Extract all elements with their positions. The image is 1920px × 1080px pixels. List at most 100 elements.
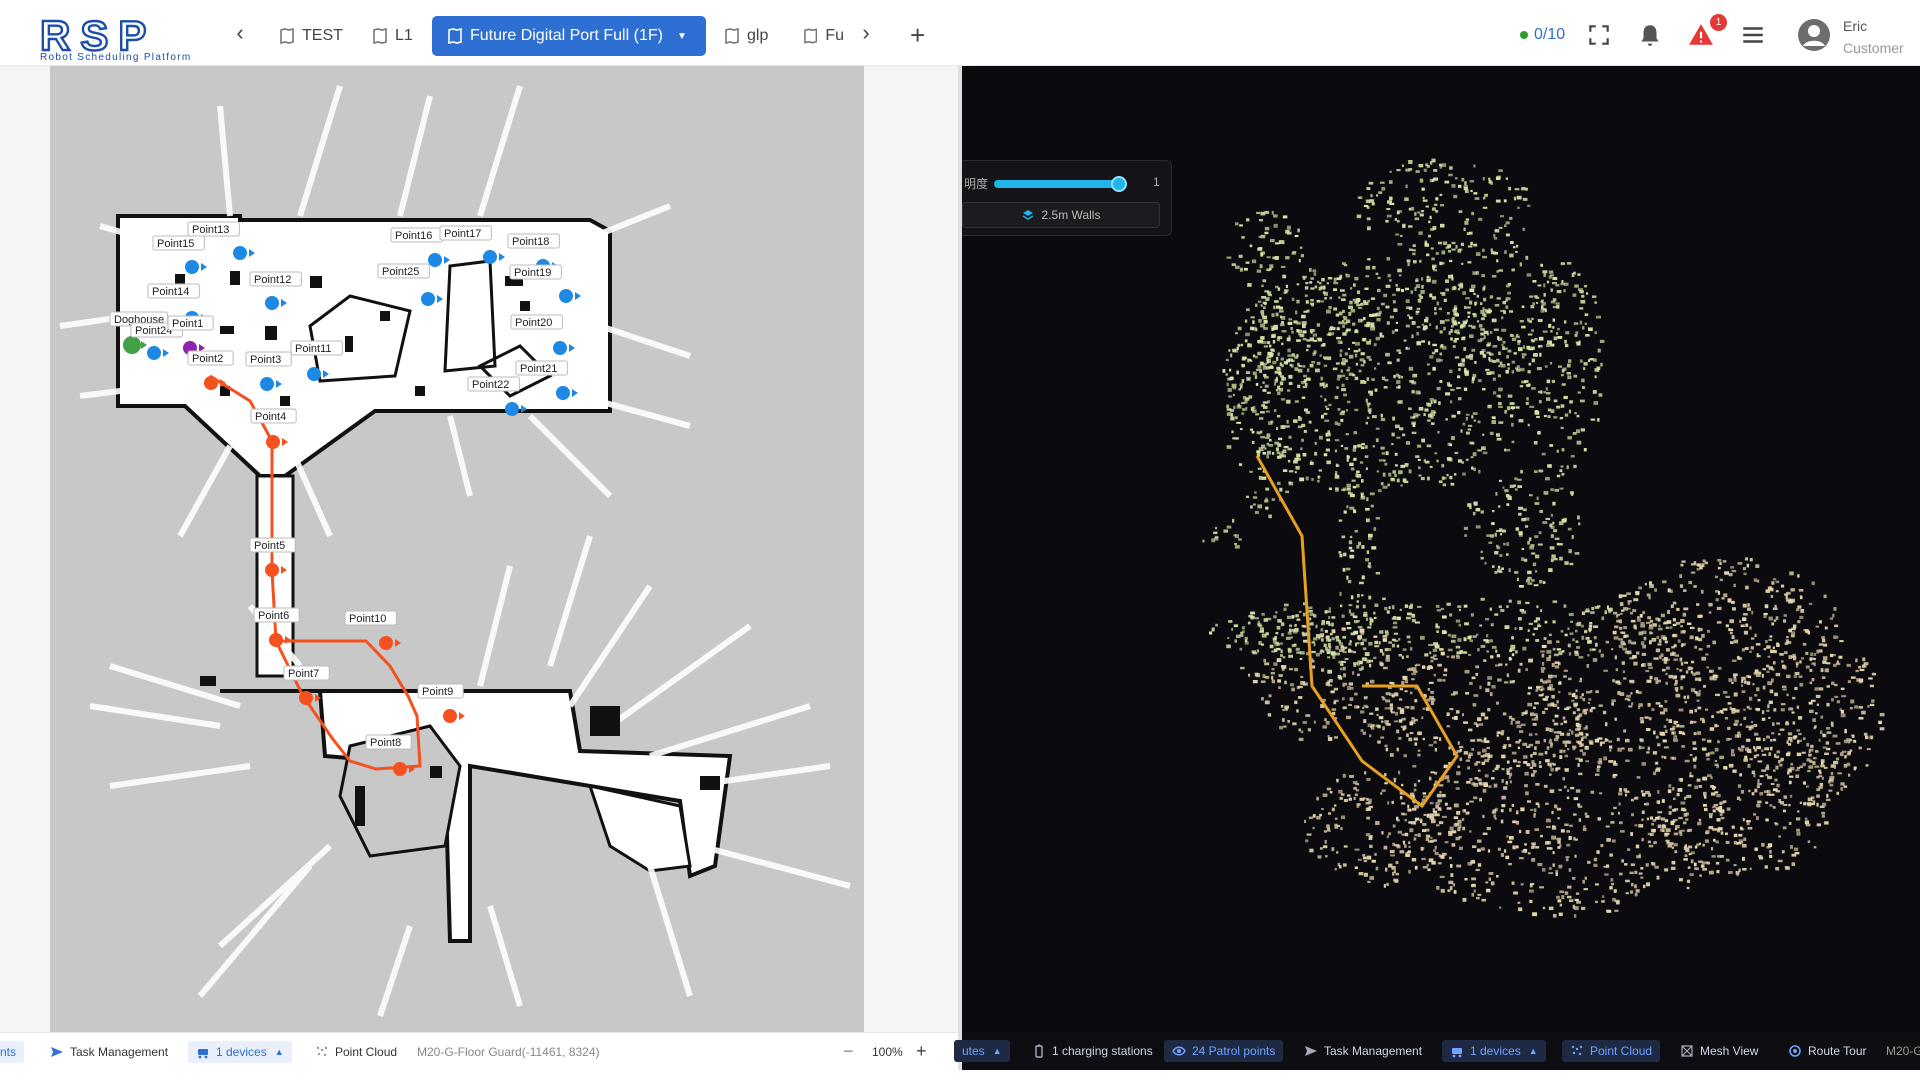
add-tab-button[interactable]: + — [910, 20, 925, 51]
routes-dropdown-partial[interactable]: utes ▲ — [954, 1040, 1010, 1062]
waypoint-marker[interactable] — [443, 709, 457, 723]
waypoint-marker[interactable] — [421, 292, 435, 306]
waypoint-label: Point3 — [250, 354, 281, 366]
waypoint-marker[interactable] — [307, 367, 321, 381]
heading-arrow-icon — [281, 299, 287, 307]
waypoint-marker[interactable] — [260, 377, 274, 391]
waypoint-marker[interactable] — [123, 336, 141, 354]
waypoint-marker[interactable] — [204, 376, 218, 390]
waypoint-point21[interactable]: Point21 — [515, 360, 578, 400]
mesh-view-label: Mesh View — [1700, 1044, 1759, 1058]
dropdown-caret-icon[interactable]: ▼ — [677, 31, 687, 42]
waypoint-point3[interactable]: Point3 — [245, 351, 292, 391]
tab-l1[interactable]: L1 — [373, 16, 413, 56]
tab-label: Fu — [825, 27, 844, 44]
waypoint-point7[interactable]: Point7 — [283, 665, 330, 705]
waypoint-marker[interactable] — [505, 402, 519, 416]
charging-stations-button[interactable]: 1 charging stations — [1032, 1044, 1153, 1058]
waypoint-marker[interactable] — [233, 246, 247, 260]
waypoint-marker[interactable] — [379, 636, 393, 650]
waypoint-marker[interactable] — [266, 435, 280, 449]
waypoint-point5[interactable]: Point5 — [249, 537, 296, 577]
robot-online-count[interactable]: 0/10 — [1520, 26, 1565, 44]
waypoint-point11[interactable]: Point11 — [290, 340, 343, 381]
waypoint-marker[interactable] — [185, 260, 199, 274]
zoom-out-button[interactable]: − — [843, 1041, 854, 1062]
waypoint-point8[interactable]: Point8 — [365, 734, 415, 776]
waypoint-marker[interactable] — [265, 563, 279, 577]
tab-fu[interactable]: Fu — [804, 16, 844, 56]
zoom-in-button[interactable]: + — [916, 1041, 927, 1062]
heading-arrow-icon — [444, 256, 450, 264]
waypoint-label: Point11 — [295, 343, 332, 355]
heading-arrow-icon — [323, 370, 329, 378]
alert-count-badge: 1 — [1710, 14, 1727, 31]
waypoint-point22[interactable]: Point22 — [467, 376, 527, 416]
menu-icon[interactable] — [1740, 22, 1766, 48]
online-status-dot — [1520, 31, 1528, 39]
heading-arrow-icon — [409, 765, 415, 773]
heading-arrow-icon — [575, 292, 581, 300]
task-management-button[interactable]: Task Management — [50, 1045, 168, 1059]
waypoint-marker[interactable] — [553, 341, 567, 355]
waypoint-point15[interactable]: Point15 — [152, 235, 207, 274]
route-tour-button[interactable]: Route Tour — [1788, 1044, 1866, 1058]
chevron-left-icon[interactable]: ‹ — [228, 22, 252, 46]
mesh-view-button[interactable]: Mesh View — [1680, 1044, 1758, 1058]
map-2d-view[interactable]: Point13 Point15 Point16 Point17 Point18 Point… — [0, 66, 960, 1032]
right-bottom-toolbar: utes ▲ 1 charging stations 24 Patrol poi… — [954, 1032, 1920, 1070]
fullscreen-icon[interactable] — [1586, 22, 1612, 48]
point-cloud-toggle[interactable]: Point Cloud — [315, 1045, 397, 1059]
send-icon — [51, 1046, 63, 1057]
brightness-slider-track[interactable] — [994, 180, 1119, 188]
waypoint-point10[interactable]: Point10 — [344, 610, 401, 650]
left-bottom-partial-item[interactable]: nts — [0, 1040, 25, 1063]
point-cloud-toggle[interactable]: Point Cloud — [1562, 1040, 1661, 1062]
waypoint-marker[interactable] — [483, 250, 497, 264]
waypoint-label: Point21 — [520, 363, 557, 375]
bell-icon[interactable] — [1637, 22, 1663, 48]
map-icon — [373, 28, 387, 44]
point-cloud-3d-view[interactable]: 明度 1 2.5m Walls — [962, 66, 1920, 1032]
waypoint-point2[interactable]: Point2 — [187, 350, 234, 390]
devices-dropdown[interactable]: 1 devices ▲ — [1442, 1040, 1546, 1062]
tab-label: TEST — [302, 27, 343, 44]
waypoint-label: Point20 — [515, 317, 552, 329]
tab-glp[interactable]: glp — [725, 16, 768, 56]
layers-icon — [1022, 210, 1033, 220]
waypoint-marker[interactable] — [428, 253, 442, 267]
waypoint-point6[interactable]: Point6 — [253, 607, 300, 647]
tab-future-digital-port[interactable]: Future Digital Port Full (1F) ▼ — [432, 16, 706, 56]
chevron-right-icon[interactable]: › — [854, 22, 878, 46]
route-tour-icon — [1789, 1045, 1801, 1057]
logo-subtitle: Robot Scheduling Platform — [40, 52, 192, 63]
waypoint-point20[interactable]: Point20 — [510, 314, 575, 355]
waypoint-marker[interactable] — [269, 633, 283, 647]
brightness-slider-handle[interactable] — [1111, 176, 1127, 192]
waypoint-marker[interactable] — [299, 691, 313, 705]
heading-arrow-icon — [281, 566, 287, 574]
waypoint-label: Point17 — [444, 228, 481, 240]
tab-test[interactable]: TEST — [280, 16, 343, 56]
waypoint-point12[interactable]: Point12 — [249, 271, 302, 310]
waypoint-point17[interactable]: Point17 — [439, 225, 505, 264]
waypoint-point4[interactable]: Point4 — [250, 408, 297, 449]
task-management-button[interactable]: Task Management — [1304, 1044, 1422, 1058]
walls-height-button[interactable]: 2.5m Walls — [962, 202, 1160, 228]
send-icon — [1305, 1046, 1317, 1056]
waypoint-marker[interactable] — [147, 346, 161, 360]
devices-dropdown[interactable]: 1 devices ▲ — [188, 1040, 292, 1063]
waypoint-marker[interactable] — [556, 386, 570, 400]
waypoint-point9[interactable]: Point9 — [417, 683, 465, 723]
waypoint-point25[interactable]: Point25 — [377, 263, 443, 306]
waypoint-marker[interactable] — [393, 762, 407, 776]
charging-label: 1 charging stations — [1052, 1044, 1153, 1058]
patrol-points-button[interactable]: 24 Patrol points — [1164, 1040, 1284, 1062]
waypoint-label: Point1 — [172, 318, 203, 330]
battery-icon — [1035, 1044, 1043, 1058]
waypoint-point19[interactable]: Point19 — [509, 264, 581, 303]
user-avatar-icon[interactable] — [1797, 18, 1831, 52]
waypoint-marker[interactable] — [559, 289, 573, 303]
waypoint-marker[interactable] — [265, 296, 279, 310]
waypoint-label: Point13 — [192, 224, 229, 236]
